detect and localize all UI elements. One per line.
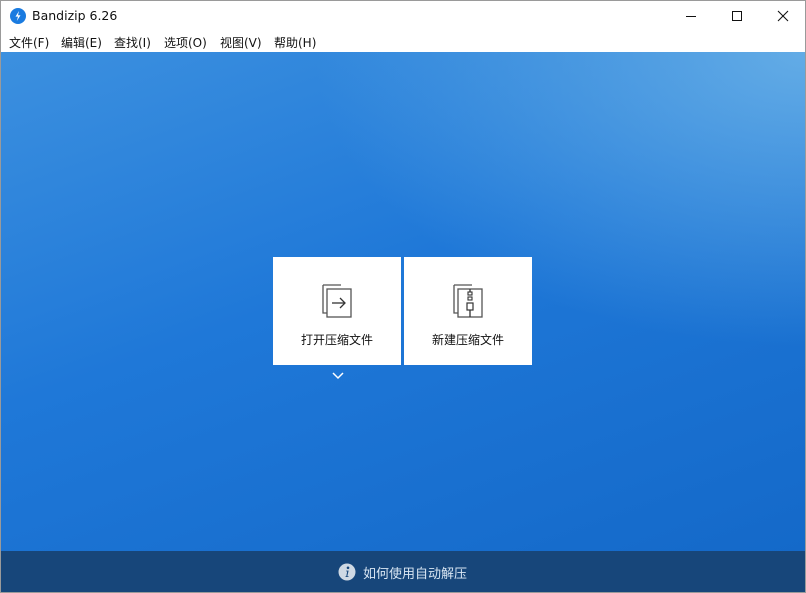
maximize-icon <box>732 11 742 21</box>
title-bar[interactable]: Bandizip 6.26 <box>1 1 805 31</box>
open-archive-label: 打开压缩文件 <box>300 333 373 347</box>
open-archive-icon <box>322 284 352 318</box>
close-icon <box>777 10 789 22</box>
new-archive-button[interactable]: 新建压缩文件 <box>404 257 532 365</box>
menu-options[interactable]: 选项(O) <box>164 34 207 51</box>
chevron-down-icon[interactable] <box>331 371 345 381</box>
menu-edit[interactable]: 编辑(E) <box>61 34 102 51</box>
new-archive-label: 新建压缩文件 <box>431 333 504 347</box>
menu-find[interactable]: 查找(I) <box>114 34 151 51</box>
bandizip-logo-icon <box>10 8 26 24</box>
menu-help[interactable]: 帮助(H) <box>274 34 316 51</box>
minimize-icon <box>686 16 696 17</box>
new-archive-icon <box>453 284 483 318</box>
minimize-button[interactable] <box>668 1 714 31</box>
close-button[interactable] <box>760 1 805 31</box>
info-icon <box>338 563 356 581</box>
open-archive-button[interactable]: 打开压缩文件 <box>273 257 401 365</box>
menu-bar: 文件(F) 编辑(E) 查找(I) 选项(O) 视图(V) 帮助(H) <box>1 31 805 52</box>
footer-bar: 如何使用自动解压 <box>1 551 805 592</box>
window-title: Bandizip 6.26 <box>32 8 118 23</box>
main-panel: 打开压缩文件 新建压缩文件 <box>1 52 805 551</box>
maximize-button[interactable] <box>714 1 760 31</box>
auto-extract-help-link[interactable]: 如何使用自动解压 <box>338 562 467 582</box>
menu-file[interactable]: 文件(F) <box>9 34 49 51</box>
menu-view[interactable]: 视图(V) <box>220 34 262 51</box>
app-window: Bandizip 6.26 文件(F) 编辑(E) 查找(I) 选项(O) 视图… <box>0 0 806 593</box>
footer-help-text: 如何使用自动解压 <box>363 566 468 582</box>
